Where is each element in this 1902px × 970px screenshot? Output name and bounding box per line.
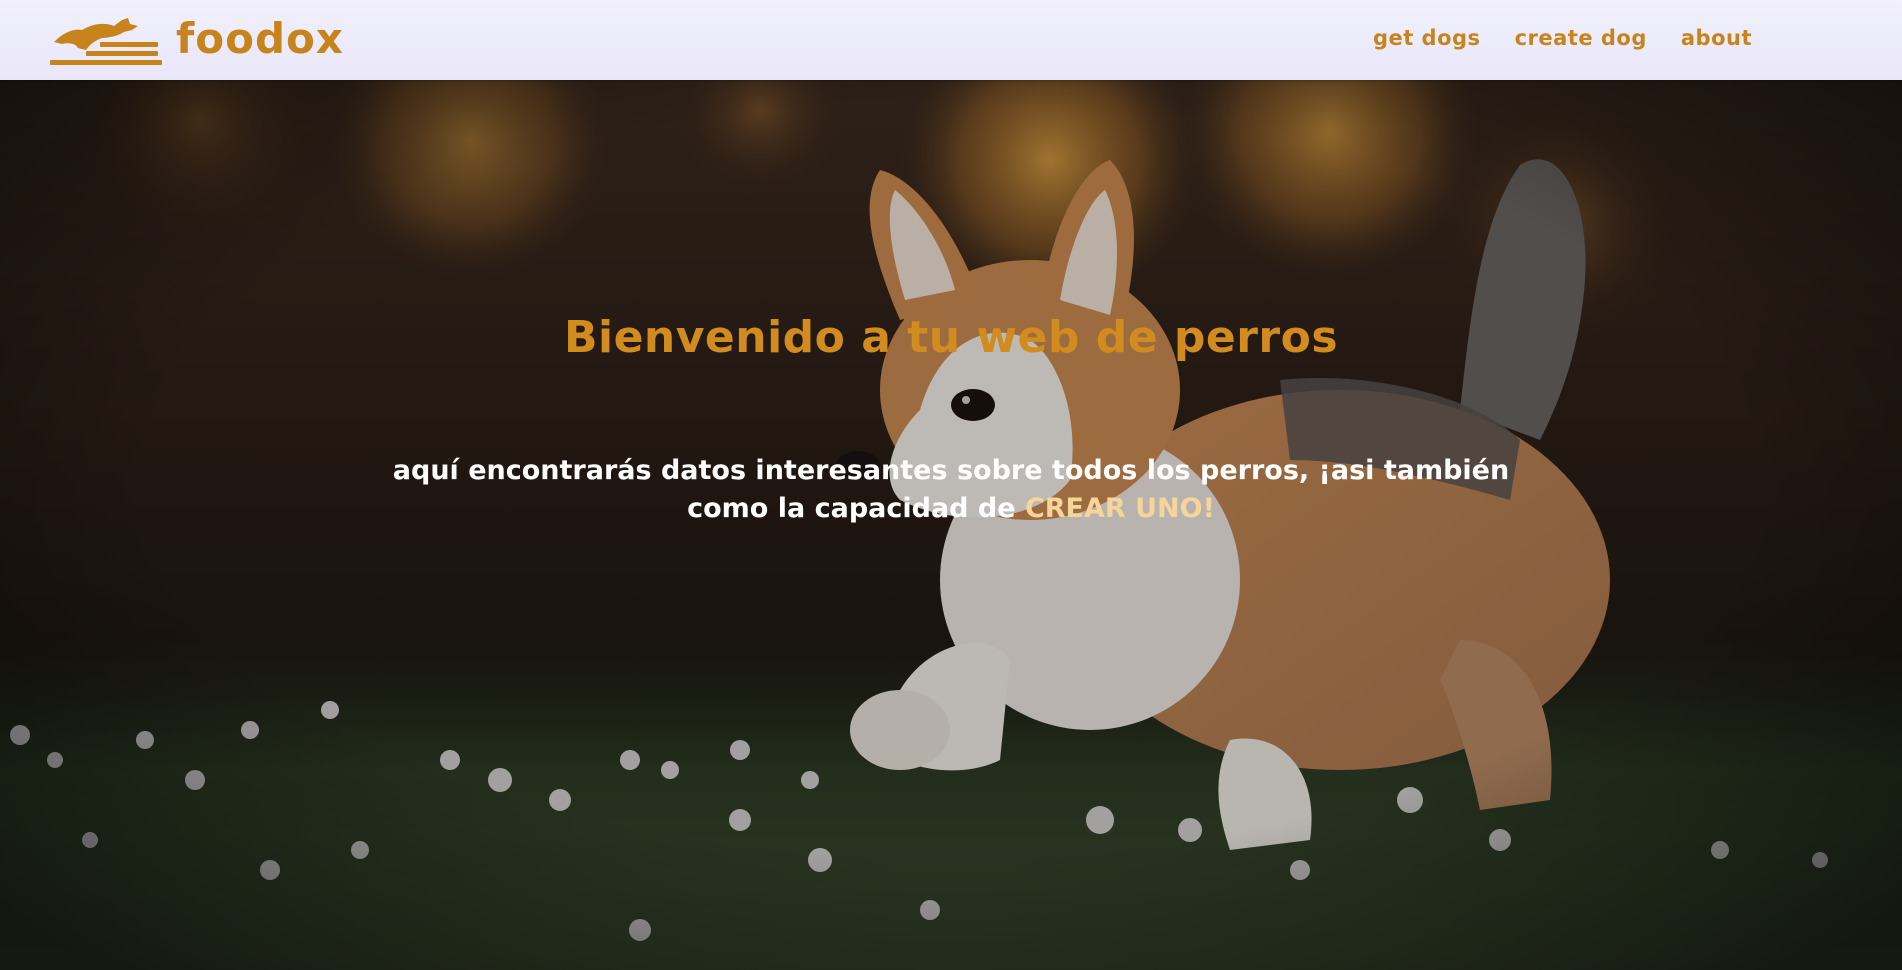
running-dog-logo-icon — [50, 18, 162, 65]
hero-description: aquí encontrarás datos interesantes sobr… — [380, 452, 1522, 528]
nav-link-create-dog[interactable]: create dog — [1515, 26, 1647, 50]
navbar: foodox get dogs create dog about — [0, 0, 1902, 80]
hero-title: Bienvenido a tu web de perros — [563, 312, 1339, 363]
hero-section: Bienvenido a tu web de perros aquí encon… — [0, 80, 1902, 970]
nav-link-about[interactable]: about — [1681, 26, 1752, 50]
nav-link-get-dogs[interactable]: get dogs — [1373, 26, 1481, 50]
nav-links: get dogs create dog about — [1373, 0, 1752, 76]
create-one-link[interactable]: CREAR UNO! — [1025, 493, 1215, 524]
brand-home-link[interactable]: foodox — [48, 10, 344, 68]
hero-description-text: aquí encontrarás datos interesantes sobr… — [392, 455, 1510, 524]
brand-name: foodox — [176, 14, 344, 63]
